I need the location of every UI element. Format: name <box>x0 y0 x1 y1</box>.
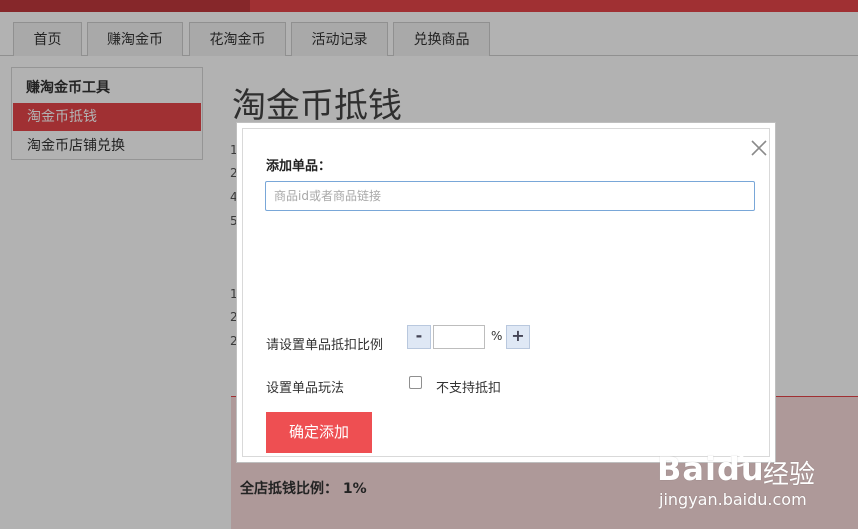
ratio-decrease-button[interactable]: - <box>407 325 431 349</box>
no-deduct-label[interactable]: 不支持抵扣 <box>436 377 501 396</box>
add-item-label: 添加单品： <box>266 159 332 174</box>
watermark-cn: 经验 <box>763 460 816 490</box>
add-item-dialog: 添加单品： 请设置单品抵扣比例 - % + 设置单品玩法 不支持抵扣 确定添加 <box>236 122 776 463</box>
confirm-add-button[interactable]: 确定添加 <box>266 412 372 453</box>
close-icon[interactable] <box>749 138 769 158</box>
watermark-brand: Baidu <box>657 450 765 488</box>
percent-sign: % <box>491 329 503 343</box>
dialog-body: 添加单品： 请设置单品抵扣比例 - % + 设置单品玩法 不支持抵扣 确定添加 <box>242 128 770 457</box>
ratio-increase-button[interactable]: + <box>506 325 530 349</box>
watermark-url: jingyan.baidu.com <box>659 490 807 509</box>
baidu-watermark: Baidu 经验 jingyan.baidu.com <box>655 436 855 511</box>
no-deduct-checkbox[interactable] <box>409 376 422 389</box>
play-mode-label: 设置单品玩法 <box>266 381 345 396</box>
ratio-label: 请设置单品抵扣比例 <box>266 338 384 353</box>
ratio-input[interactable] <box>433 325 485 349</box>
item-id-input[interactable] <box>265 181 755 211</box>
